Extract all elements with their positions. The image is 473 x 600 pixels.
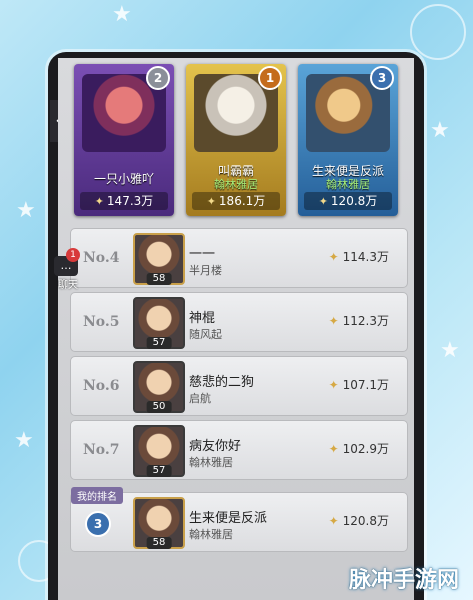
level-badge: 58: [146, 537, 172, 549]
ranking-row[interactable]: No.4 58 一一 半月楼 ✦ 114.3万: [70, 228, 408, 288]
avatar: 58: [133, 497, 185, 549]
rank-number: No.6: [83, 378, 120, 394]
bubble-decoration: [410, 4, 466, 60]
player-name: 神棍: [189, 311, 216, 326]
winged-sword-icon: ✦: [328, 250, 339, 264]
star-icon: ★: [430, 118, 450, 143]
winged-sword-icon: ✦: [94, 195, 104, 208]
power-text: 120.8万: [330, 194, 378, 208]
avatar: 57: [133, 297, 185, 349]
avatar: 58: [133, 233, 185, 285]
chat-label: 聊天: [58, 280, 78, 291]
ranking-row[interactable]: No.5 57 神棍 随风起 ✦ 112.3万: [70, 292, 408, 352]
power-value: ✦ 102.9万: [329, 440, 389, 457]
ranking-row[interactable]: No.6 50 慈悲的二狗 启航 ✦ 107.1万: [70, 356, 408, 416]
guild-name: 随风起: [189, 328, 222, 341]
power-value: ✦ 112.3万: [329, 312, 389, 329]
power-value: ✦ 107.1万: [329, 376, 389, 393]
my-rank-row[interactable]: 我的排名 3 58 生来便是反派 翰林雅居 ✦ 120.8万: [70, 487, 408, 552]
star-icon: ★: [16, 198, 36, 223]
rank-number: No.5: [83, 314, 120, 330]
star-icon: ★: [440, 338, 460, 363]
watermark: 脉冲手游网: [348, 568, 459, 593]
power-text: 114.3万: [342, 250, 389, 264]
top-three-podium: 2 一只小雅吖 ✦ 147.3万 1 叫霸霸 翰林雅居 ✦ 186.1万 3 生来便…: [74, 64, 410, 216]
rank-number: No.7: [83, 442, 120, 458]
guild-name: 翰林雅居: [189, 528, 233, 541]
player-name: 病友你好: [189, 439, 242, 454]
winged-sword-icon: ✦: [328, 514, 339, 528]
rank-medal-icon: 3: [85, 511, 111, 537]
power-value: ✦ 114.3万: [329, 248, 389, 265]
power-text: 102.9万: [342, 442, 389, 456]
guild-name: 启航: [189, 392, 211, 405]
podium-card-first[interactable]: 1 叫霸霸 翰林雅居 ✦ 186.1万: [186, 64, 286, 216]
ranking-row[interactable]: No.7 57 病友你好 翰林雅居 ✦ 102.9万: [70, 420, 408, 480]
guild-name: 翰林雅居: [326, 178, 370, 191]
avatar: 50: [133, 361, 185, 413]
power-value: ✦ 186.1万: [192, 192, 280, 210]
winged-sword-icon: ✦: [318, 195, 328, 208]
rank-number: No.4: [83, 250, 120, 266]
level-badge: 57: [146, 337, 172, 349]
power-text: 120.8万: [342, 514, 389, 528]
podium-card-second[interactable]: 2 一只小雅吖 ✦ 147.3万: [74, 64, 174, 216]
star-icon: ★: [14, 428, 34, 453]
winged-sword-icon: ✦: [328, 314, 339, 328]
guild-name: 翰林雅居: [214, 178, 258, 191]
player-name: 生来便是反派: [189, 511, 268, 526]
rank-medal-icon: 2: [146, 66, 170, 90]
winged-sword-icon: ✦: [328, 442, 339, 456]
rank-medal-icon: 3: [370, 66, 394, 90]
level-badge: 57: [146, 465, 172, 477]
power-text: 186.1万: [218, 194, 266, 208]
avatar: 57: [133, 425, 185, 477]
chat-button[interactable]: … 1 聊天: [52, 248, 80, 291]
power-value: ✦ 120.8万: [304, 192, 392, 210]
winged-sword-icon: ✦: [206, 195, 216, 208]
podium-card-third[interactable]: 3 生来便是反派 翰林雅居 ✦ 120.8万: [298, 64, 398, 216]
guild-name: 翰林雅居: [189, 456, 233, 469]
power-text: 107.1万: [342, 378, 389, 392]
power-value: ✦ 147.3万: [80, 192, 168, 210]
rank-medal-icon: 1: [258, 66, 282, 90]
my-rank-tag: 我的排名: [71, 487, 123, 504]
player-name: 一一: [189, 247, 216, 262]
star-icon: ★: [112, 2, 132, 27]
level-badge: 50: [146, 401, 172, 413]
power-text: 147.3万: [106, 194, 154, 208]
player-name: 一只小雅吖: [93, 172, 154, 186]
ranking-screen: 2 一只小雅吖 ✦ 147.3万 1 叫霸霸 翰林雅居 ✦ 186.1万 3 生来便…: [58, 58, 414, 600]
guild-name: 半月楼: [189, 264, 222, 277]
unread-badge: 1: [66, 248, 80, 262]
player-name: 慈悲的二狗: [189, 375, 255, 390]
power-text: 112.3万: [342, 314, 389, 328]
power-value: ✦ 120.8万: [329, 512, 389, 529]
winged-sword-icon: ✦: [328, 378, 339, 392]
level-badge: 58: [146, 273, 172, 285]
